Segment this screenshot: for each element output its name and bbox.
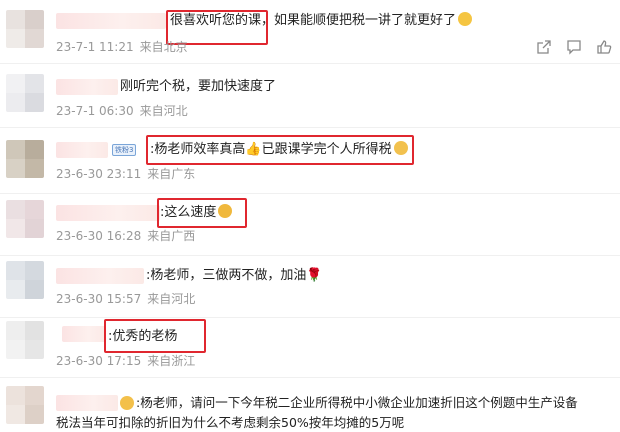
comment-item: :杨老师，三做两不做，加油🌹 23-6-30 15:57 来自河北 bbox=[0, 256, 620, 316]
avatar[interactable] bbox=[6, 261, 44, 299]
username[interactable] bbox=[62, 326, 106, 342]
highlight-box bbox=[146, 135, 414, 165]
crying-emoji-icon bbox=[458, 12, 473, 26]
comment-item: :杨老师，请问一下今年税二企业所得税中小微企业加速折旧这个例题中生产设备 税法当… bbox=[0, 378, 620, 432]
comment-text: 刚听完个税，要加快速度了 bbox=[120, 79, 277, 94]
comment-text: :杨老师，请问一下今年税二企业所得税中小微企业加速折旧这个例题中生产设备 bbox=[136, 395, 578, 410]
comment-location: 来自浙江 bbox=[147, 354, 196, 368]
avatar[interactable] bbox=[6, 200, 44, 238]
comment-date: 23-6-30 17:15 bbox=[56, 354, 142, 368]
comment-item: 铁粉3 :杨老师效率真高👍已跟课学完个人所得税 23-6-30 23:11 来自广… bbox=[0, 128, 620, 192]
comment-location: 来自广东 bbox=[147, 167, 196, 181]
comment-location: 来自北京 bbox=[139, 40, 188, 54]
highlight-box bbox=[157, 198, 247, 228]
comment-meta: 23-6-30 23:11 来自广东 bbox=[56, 166, 195, 182]
comment-date: 23-6-30 15:57 bbox=[56, 292, 142, 306]
avatar[interactable] bbox=[6, 74, 44, 112]
username[interactable] bbox=[56, 142, 108, 158]
comment-icon[interactable] bbox=[566, 39, 582, 55]
username[interactable] bbox=[56, 79, 118, 95]
comment-meta: 23-6-30 16:28 来自广西 bbox=[56, 228, 195, 244]
username[interactable] bbox=[56, 205, 160, 221]
avatar[interactable] bbox=[6, 140, 44, 178]
comment-text: :杨老师，三做两不做，加油🌹 bbox=[146, 268, 323, 283]
like-icon[interactable] bbox=[596, 39, 612, 55]
comment-meta: 23-6-30 17:15 来自浙江 bbox=[56, 353, 195, 369]
comment-date: 23-6-30 23:11 bbox=[56, 167, 142, 181]
comment-date: 23-6-30 16:28 bbox=[56, 229, 142, 243]
highlight-box bbox=[104, 319, 206, 353]
comment-meta: 23-7-1 11:21 来自北京 bbox=[56, 39, 188, 55]
comment-location: 来自河北 bbox=[139, 104, 188, 118]
comment-item: :这么速度 23-6-30 16:28 来自广西 bbox=[0, 194, 620, 254]
comment-item: :优秀的老杨 23-6-30 17:15 来自浙江 bbox=[0, 318, 620, 376]
comment-date: 23-7-1 06:30 bbox=[56, 104, 134, 118]
comment-location: 来自河北 bbox=[147, 292, 196, 306]
username[interactable] bbox=[56, 395, 118, 411]
comment-meta: 23-7-1 06:30 来自河北 bbox=[56, 103, 188, 119]
comment-meta: 23-6-30 15:57 来自河北 bbox=[56, 291, 195, 307]
username[interactable] bbox=[56, 13, 166, 29]
avatar[interactable] bbox=[6, 386, 44, 424]
comment-text-line2: 税法当年可扣除的折旧为什么不考虑剩余50%按年均摊的5万呢 bbox=[56, 415, 405, 430]
avatar[interactable] bbox=[6, 10, 44, 48]
comment-actions bbox=[536, 39, 612, 55]
emoji-icon bbox=[120, 396, 134, 410]
share-icon[interactable] bbox=[536, 39, 552, 55]
comment-date: 23-7-1 11:21 bbox=[56, 40, 134, 54]
avatar[interactable] bbox=[6, 321, 44, 359]
fan-badge: 铁粉3 bbox=[112, 144, 137, 156]
comment-item: 很喜欢听您的课，如果能顺便把税一讲了就更好了 23-7-1 11:21 来自北京 bbox=[0, 0, 620, 62]
comment-item: 刚听完个税，要加快速度了 23-7-1 06:30 来自河北 bbox=[0, 64, 620, 126]
comment-location: 来自广西 bbox=[147, 229, 196, 243]
username[interactable] bbox=[56, 268, 144, 284]
